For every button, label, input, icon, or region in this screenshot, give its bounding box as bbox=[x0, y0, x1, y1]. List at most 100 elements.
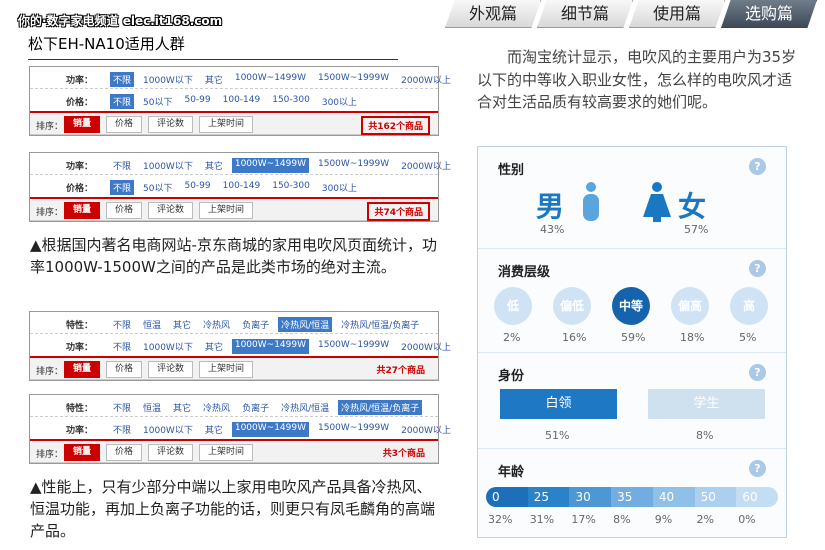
sort-button[interactable]: 价格 bbox=[106, 202, 143, 219]
age-percent: 9% bbox=[654, 513, 673, 526]
filter-label: 功率： bbox=[65, 76, 93, 86]
filter-option[interactable]: 不限 bbox=[110, 422, 134, 437]
filter-option[interactable]: 300以上 bbox=[319, 180, 360, 195]
filter-option[interactable]: 负离子 bbox=[239, 317, 272, 332]
filter-option[interactable]: 1000W以下 bbox=[140, 422, 196, 437]
filter-option[interactable]: 不限 bbox=[110, 180, 135, 195]
sort-button[interactable]: 价格 bbox=[106, 116, 143, 133]
filter-option[interactable]: 1500W~1999W bbox=[315, 422, 392, 437]
filter-option[interactable]: 1000W以下 bbox=[140, 72, 196, 87]
sort-button[interactable]: 价格 bbox=[106, 444, 143, 461]
filter-option[interactable]: 100-149 bbox=[220, 94, 264, 109]
filter-option[interactable]: 冷热风/恒温/负离子 bbox=[338, 400, 423, 415]
age-percent: 32% bbox=[488, 513, 513, 526]
tab-usage[interactable]: 使用篇 bbox=[629, 0, 725, 28]
filter-option[interactable]: 1000W以下 bbox=[140, 158, 196, 173]
filter-option[interactable]: 冷热风 bbox=[200, 317, 233, 332]
filter-option[interactable]: 冷热风/恒温 bbox=[278, 400, 332, 415]
consumption-level[interactable]: 偏低 bbox=[553, 287, 591, 325]
age-percent: 8% bbox=[613, 513, 631, 526]
filter-option[interactable]: 300以上 bbox=[319, 94, 360, 109]
filter-option[interactable]: 150-300 bbox=[269, 180, 313, 195]
filter-option[interactable]: 1500W~1999W bbox=[315, 339, 392, 354]
consumption-level[interactable]: 中等 bbox=[612, 287, 650, 325]
filter-option[interactable]: 2000W以上 bbox=[398, 72, 454, 87]
filter-option[interactable]: 不限 bbox=[110, 400, 134, 415]
filter-option[interactable]: 其它 bbox=[170, 317, 194, 332]
filter-option[interactable]: 1500W~1999W bbox=[315, 158, 392, 173]
help-icon[interactable]: ? bbox=[749, 364, 766, 381]
filter-option[interactable]: 不限 bbox=[110, 94, 135, 109]
filter-option[interactable]: 其它 bbox=[202, 339, 226, 354]
filter-option[interactable]: 恒温 bbox=[140, 317, 164, 332]
filter-option[interactable]: 150-300 bbox=[269, 94, 313, 109]
filter-row: 特性： 不限 恒温 其它 冷热风 负离子 冷热风/恒温 冷热风/恒温/负离子 bbox=[30, 312, 438, 334]
sort-button[interactable]: 评论数 bbox=[148, 202, 194, 219]
identity-title: 身份 bbox=[498, 369, 525, 384]
sort-button[interactable]: 上架时间 bbox=[199, 202, 254, 219]
filter-option[interactable]: 不限 bbox=[110, 158, 134, 173]
filter-option[interactable]: 不限 bbox=[110, 317, 134, 332]
filter-label: 功率： bbox=[65, 162, 93, 172]
filter-option[interactable]: 1000W~1499W bbox=[231, 158, 309, 173]
consumption-level[interactable]: 低 bbox=[494, 287, 532, 325]
filter-label: 功率： bbox=[65, 426, 93, 436]
filter-option[interactable]: 其它 bbox=[202, 72, 226, 87]
age-segment[interactable]: 50 bbox=[694, 487, 737, 507]
identity-option-student[interactable]: 学生 bbox=[648, 389, 765, 419]
filter-option[interactable]: 2000W以上 bbox=[398, 422, 454, 437]
identity-option-white-collar[interactable]: 白领 bbox=[500, 389, 617, 419]
filter-option[interactable]: 50以下 bbox=[140, 94, 175, 109]
age-segment[interactable]: 25 bbox=[527, 487, 570, 507]
filter-option[interactable]: 冷热风/恒温/负离子 bbox=[338, 317, 422, 332]
sort-button[interactable]: 评论数 bbox=[148, 116, 194, 133]
tab-details[interactable]: 细节篇 bbox=[537, 0, 633, 28]
filter-option[interactable]: 50-99 bbox=[181, 180, 213, 195]
filter-option[interactable]: 2000W以上 bbox=[398, 339, 454, 354]
filter-option[interactable]: 1000W以下 bbox=[140, 339, 196, 354]
filter-option[interactable]: 1000W~1499W bbox=[231, 339, 309, 354]
age-segment[interactable]: 35 bbox=[611, 487, 653, 507]
sort-button[interactable]: 销量 bbox=[64, 444, 101, 461]
sort-button[interactable]: 评论数 bbox=[148, 361, 194, 378]
sort-button[interactable]: 评论数 bbox=[148, 444, 194, 461]
filter-option[interactable]: 1500W~1999W bbox=[315, 72, 392, 87]
tab-buying-guide[interactable]: 选购篇 bbox=[721, 0, 817, 28]
filter-option[interactable]: 其它 bbox=[202, 158, 226, 173]
filter-option[interactable]: 2000W以上 bbox=[398, 158, 454, 173]
male-percent: 43% bbox=[540, 223, 565, 236]
page-title: 松下EH-NA10适用人群 bbox=[28, 35, 185, 53]
filter-panel-feature-selected: 特性： 不限 恒温 其它 冷热风 负离子 冷热风/恒温 冷热风/恒温/负离子 功率： 不限 1000… bbox=[29, 394, 451, 464]
filter-option[interactable]: 冷热风 bbox=[200, 400, 233, 415]
filter-option[interactable]: 冷热风/恒温 bbox=[278, 317, 333, 332]
filter-option[interactable]: 1000W~1499W bbox=[231, 422, 309, 437]
consumption-level[interactable]: 高 bbox=[730, 287, 768, 325]
tab-appearance[interactable]: 外观篇 bbox=[445, 0, 541, 28]
help-icon[interactable]: ? bbox=[749, 158, 766, 175]
filter-option[interactable]: 50以下 bbox=[140, 180, 175, 195]
filter-option[interactable]: 其它 bbox=[170, 400, 194, 415]
age-segment[interactable]: 0 bbox=[486, 487, 528, 507]
filter-option[interactable]: 负离子 bbox=[239, 400, 272, 415]
age-segment[interactable]: 30 bbox=[569, 487, 612, 507]
filter-option[interactable]: 不限 bbox=[110, 72, 135, 87]
filter-option[interactable]: 恒温 bbox=[140, 400, 164, 415]
filter-option[interactable]: 不限 bbox=[110, 339, 134, 354]
age-segment[interactable]: 60 bbox=[736, 487, 778, 507]
sort-button[interactable]: 上架时间 bbox=[199, 361, 254, 378]
help-icon[interactable]: ? bbox=[749, 260, 766, 277]
sort-button[interactable]: 上架时间 bbox=[199, 116, 254, 133]
help-icon[interactable]: ? bbox=[749, 460, 766, 477]
consumption-level[interactable]: 偏高 bbox=[671, 287, 709, 325]
sort-buttons: 销量 价格 评论数 上架时间 bbox=[64, 361, 254, 378]
filter-option[interactable]: 50-99 bbox=[181, 94, 213, 109]
filter-option[interactable]: 其它 bbox=[202, 422, 226, 437]
filter-option[interactable]: 1000W~1499W bbox=[232, 72, 309, 87]
age-segment[interactable]: 40 bbox=[652, 487, 695, 507]
sort-button[interactable]: 销量 bbox=[64, 116, 101, 133]
sort-button[interactable]: 销量 bbox=[64, 361, 101, 378]
sort-button[interactable]: 销量 bbox=[64, 202, 101, 219]
sort-button[interactable]: 价格 bbox=[106, 361, 143, 378]
filter-option[interactable]: 100-149 bbox=[220, 180, 264, 195]
sort-button[interactable]: 上架时间 bbox=[199, 444, 254, 461]
